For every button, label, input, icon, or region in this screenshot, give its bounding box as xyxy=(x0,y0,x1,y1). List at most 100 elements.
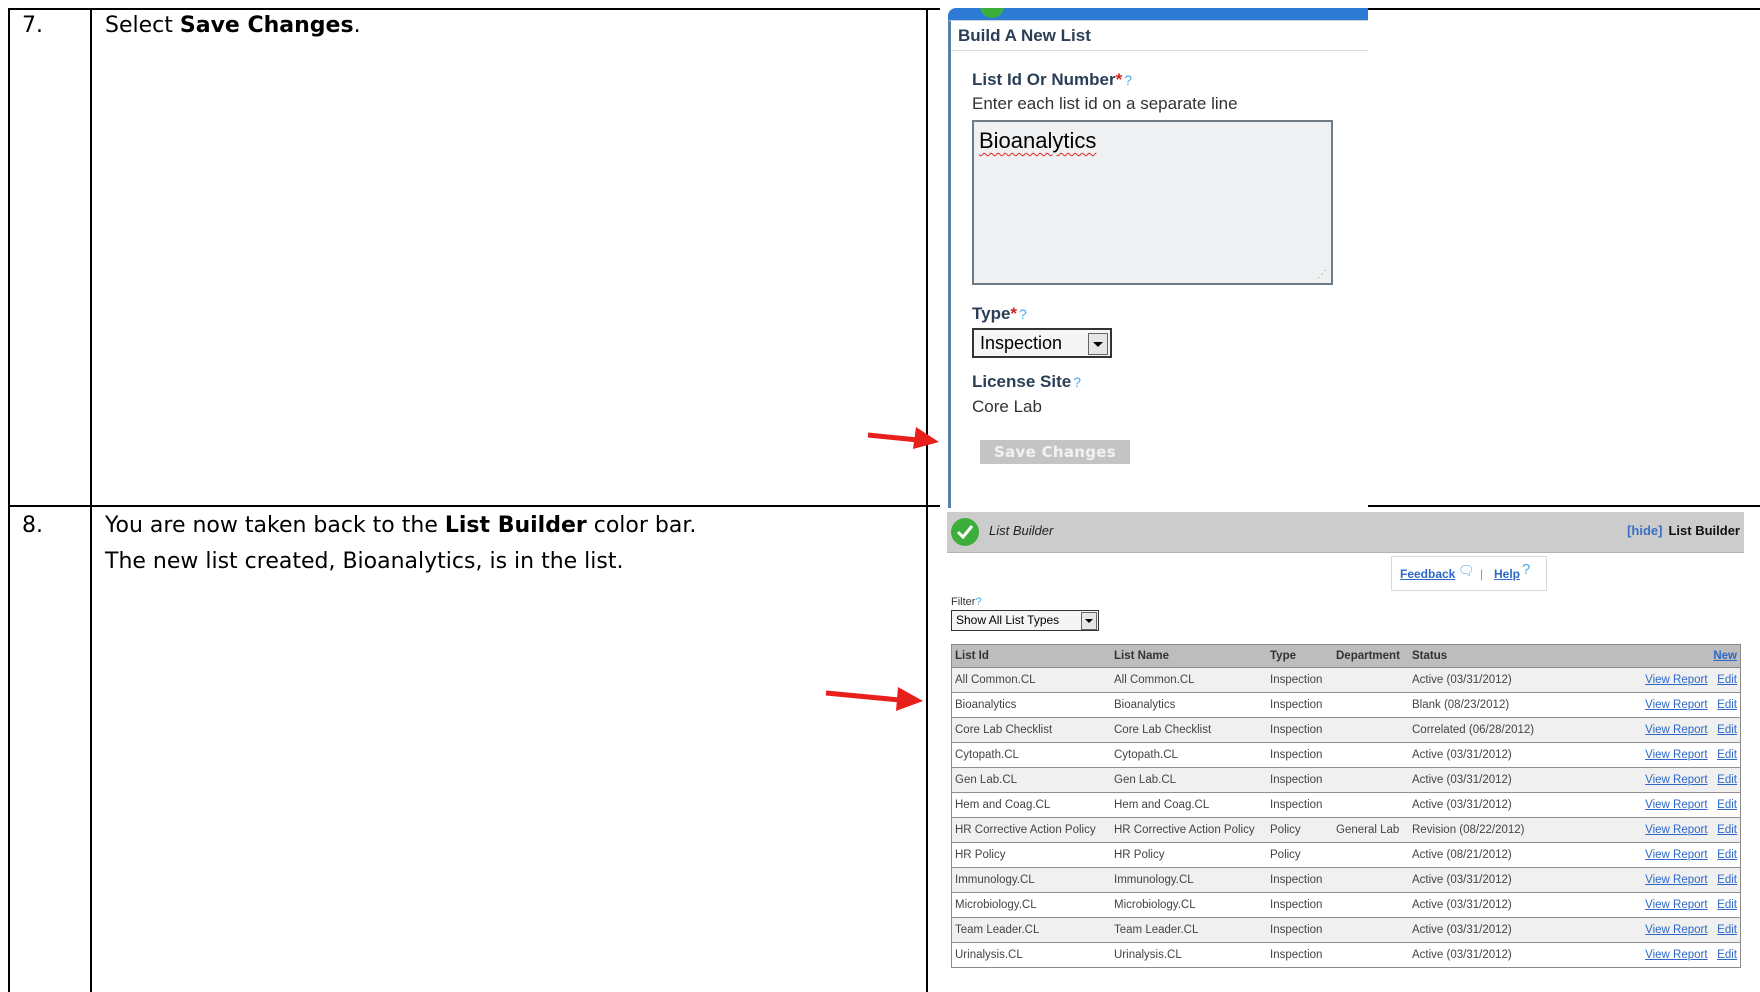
view-report-link[interactable]: View Report xyxy=(1645,924,1707,936)
edit-link[interactable]: Edit xyxy=(1717,674,1737,686)
chevron-down-icon[interactable] xyxy=(1081,612,1097,630)
step-8-instruction-line-1: You are now taken back to the List Build… xyxy=(105,513,697,538)
separator: | xyxy=(1480,567,1484,581)
help-icon[interactable]: ? xyxy=(1124,72,1132,88)
chevron-down-icon[interactable] xyxy=(1088,333,1108,355)
divider xyxy=(951,50,1368,51)
cell-actions: View Report Edit xyxy=(1561,942,1741,968)
cell-list-name: Cytopath.CL xyxy=(1111,742,1267,768)
edit-link[interactable]: Edit xyxy=(1717,899,1737,911)
view-report-link[interactable]: View Report xyxy=(1645,774,1707,786)
col-type[interactable]: Type xyxy=(1267,644,1333,668)
cell-status: Active (03/31/2012) xyxy=(1409,767,1561,793)
col-department[interactable]: Department xyxy=(1333,644,1409,668)
help-icon[interactable]: ? xyxy=(1073,374,1081,390)
edit-link[interactable]: Edit xyxy=(1717,924,1737,936)
cell-status: Blank (08/23/2012) xyxy=(1409,692,1561,718)
help-icon[interactable]: ? xyxy=(1019,306,1027,322)
col-actions: New xyxy=(1561,644,1741,668)
resize-grip-icon[interactable]: ⋰ xyxy=(1317,269,1327,280)
filter-select[interactable]: Show All List Types xyxy=(951,610,1099,631)
step-8-number: 8. xyxy=(22,513,43,538)
edit-link[interactable]: Edit xyxy=(1717,874,1737,886)
view-report-link[interactable]: View Report xyxy=(1645,749,1707,761)
cell-type: Inspection xyxy=(1267,792,1333,818)
cell-actions: View Report Edit xyxy=(1561,742,1741,768)
table-row: HR Policy HR Policy Policy Active (08/21/20… xyxy=(951,842,1741,868)
cell-list-id: Microbiology.CL xyxy=(951,892,1111,918)
edit-link[interactable]: Edit xyxy=(1717,724,1737,736)
edit-link[interactable]: Edit xyxy=(1717,849,1737,861)
table-row: Cytopath.CL Cytopath.CL Inspection Active (… xyxy=(951,742,1741,768)
cell-type: Inspection xyxy=(1267,717,1333,743)
edit-link[interactable]: Edit xyxy=(1717,774,1737,786)
cell-status: Active (03/31/2012) xyxy=(1409,942,1561,968)
cell-list-id: Hem and Coag.CL xyxy=(951,792,1111,818)
col-list-name[interactable]: List Name xyxy=(1111,644,1267,668)
view-report-link[interactable]: View Report xyxy=(1645,824,1707,836)
link-gap xyxy=(1708,774,1718,786)
new-link[interactable]: New xyxy=(1713,650,1737,662)
view-report-link[interactable]: View Report xyxy=(1645,699,1707,711)
type-label: Type*? xyxy=(972,304,1027,323)
feedback-link[interactable]: Feedback xyxy=(1400,567,1455,581)
link-gap xyxy=(1708,674,1718,686)
check-icon xyxy=(951,518,979,546)
help-icon[interactable]: ? xyxy=(975,596,981,608)
cell-list-name: Urinalysis.CL xyxy=(1111,942,1267,968)
cell-list-id: Immunology.CL xyxy=(951,867,1111,893)
view-report-link[interactable]: View Report xyxy=(1645,849,1707,861)
edit-link[interactable]: Edit xyxy=(1717,824,1737,836)
build-new-list-panel: Build A New List List Id Or Number*? Ent… xyxy=(940,8,1368,508)
link-gap xyxy=(1708,899,1718,911)
view-report-link[interactable]: View Report xyxy=(1645,899,1707,911)
cell-list-id: HR Corrective Action Policy xyxy=(951,817,1111,843)
cell-list-name: HR Policy xyxy=(1111,842,1267,868)
license-site-label: License Site? xyxy=(972,372,1082,391)
save-changes-button[interactable]: Save Changes xyxy=(980,440,1130,464)
cell-department xyxy=(1333,892,1409,918)
view-report-link[interactable]: View Report xyxy=(1645,724,1707,736)
cell-list-id: HR Policy xyxy=(951,842,1111,868)
cell-department xyxy=(1333,792,1409,818)
cell-status: Active (03/31/2012) xyxy=(1409,792,1561,818)
cell-list-name: Immunology.CL xyxy=(1111,867,1267,893)
view-report-link[interactable]: View Report xyxy=(1645,674,1707,686)
view-report-link[interactable]: View Report xyxy=(1645,949,1707,961)
cell-type: Inspection xyxy=(1267,742,1333,768)
list-id-textarea[interactable]: Bioanalytics ⋰ xyxy=(972,120,1333,285)
cell-department xyxy=(1333,667,1409,693)
help-icon[interactable]: ? xyxy=(1522,561,1530,578)
hide-link[interactable]: [hide] xyxy=(1627,523,1662,538)
col-status[interactable]: Status xyxy=(1409,644,1561,668)
cell-list-id: Bioanalytics xyxy=(951,692,1111,718)
table-border-left xyxy=(8,8,10,992)
cell-department xyxy=(1333,842,1409,868)
edit-link[interactable]: Edit xyxy=(1717,949,1737,961)
cell-department xyxy=(1333,742,1409,768)
cell-status: Active (03/31/2012) xyxy=(1409,867,1561,893)
cell-actions: View Report Edit xyxy=(1561,767,1741,793)
cell-department xyxy=(1333,717,1409,743)
view-report-link[interactable]: View Report xyxy=(1645,799,1707,811)
view-report-link[interactable]: View Report xyxy=(1645,874,1707,886)
help-link[interactable]: Help xyxy=(1494,567,1520,581)
cell-status: Active (03/31/2012) xyxy=(1409,667,1561,693)
table-row: Team Leader.CL Team Leader.CL Inspection Ac… xyxy=(951,917,1741,943)
cell-list-name: Bioanalytics xyxy=(1111,692,1267,718)
cell-type: Policy xyxy=(1267,817,1333,843)
cell-list-name: Team Leader.CL xyxy=(1111,917,1267,943)
list-builder-color-bar: List Builder [hide] List Builder xyxy=(947,512,1744,553)
col-list-id[interactable]: List Id xyxy=(951,644,1111,668)
cell-department xyxy=(1333,692,1409,718)
edit-link[interactable]: Edit xyxy=(1717,799,1737,811)
type-select[interactable]: Inspection xyxy=(972,328,1112,358)
cell-actions: View Report Edit xyxy=(1561,692,1741,718)
edit-link[interactable]: Edit xyxy=(1717,749,1737,761)
link-gap xyxy=(1708,699,1718,711)
list-id-label: List Id Or Number*? xyxy=(972,70,1132,89)
cell-list-name: Core Lab Checklist xyxy=(1111,717,1267,743)
cell-actions: View Report Edit xyxy=(1561,892,1741,918)
edit-link[interactable]: Edit xyxy=(1717,699,1737,711)
cell-list-name: Microbiology.CL xyxy=(1111,892,1267,918)
